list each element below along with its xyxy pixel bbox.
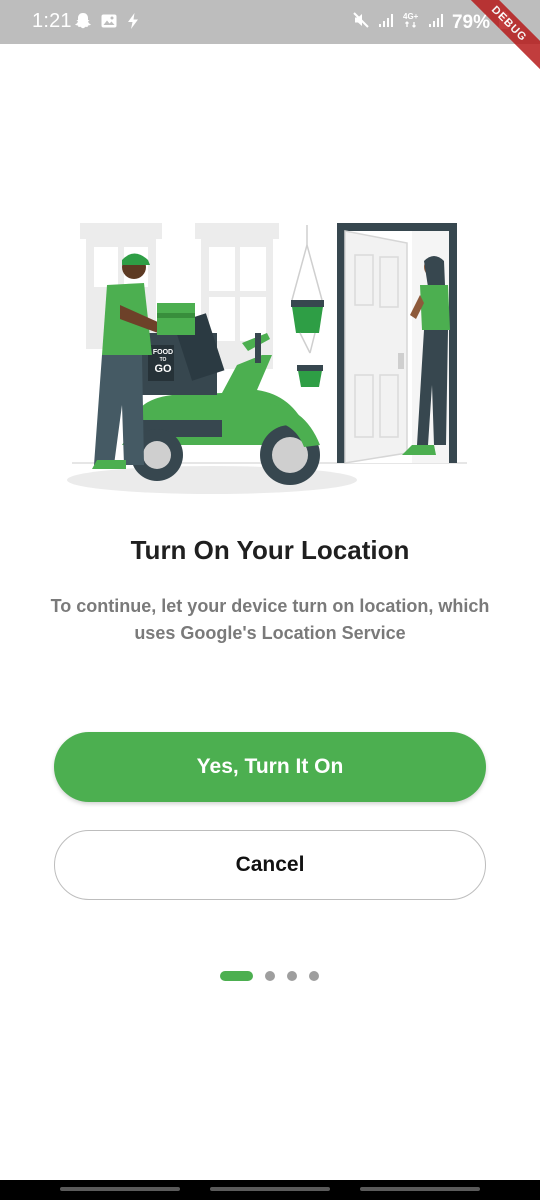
battery-percent: 79%: [451, 11, 490, 33]
page-title: Turn On Your Location: [130, 535, 410, 565]
food-box-line3: GO: [154, 363, 172, 375]
signal-icon: [378, 12, 394, 33]
page-dot: [265, 970, 275, 981]
food-box-label: FOOD TO GO: [148, 348, 178, 375]
nav-back-button[interactable]: [360, 1187, 480, 1191]
page-indicator: [220, 970, 319, 981]
nav-home-button[interactable]: [210, 1187, 330, 1191]
page-dot-active: [220, 970, 253, 981]
status-left-icons: [74, 12, 140, 35]
image-icon: [100, 12, 118, 35]
mute-icon: [352, 11, 370, 34]
turn-on-location-button[interactable]: Yes, Turn It On: [54, 732, 486, 802]
signal-icon-2: [428, 12, 444, 33]
4g-icon: 4G+: [402, 11, 420, 34]
food-box-line1: FOOD: [152, 349, 174, 356]
system-nav-bar: [0, 1180, 540, 1200]
snapchat-icon: [74, 12, 92, 35]
cancel-button[interactable]: Cancel: [54, 830, 486, 900]
status-time: 1:21: [32, 10, 72, 32]
page-dot: [287, 970, 297, 981]
delivery-illustration: FOOD TO GO: [62, 215, 478, 500]
flash-icon: [126, 12, 140, 35]
svg-text:4G+: 4G+: [403, 12, 419, 21]
page-subtitle: To continue, let your device turn on loc…: [50, 596, 490, 643]
status-bar: 1:21 4G+ 79% DEBUG: [0, 0, 540, 78]
nav-recents-button[interactable]: [60, 1187, 180, 1191]
location-permission-screen: 1:21 4G+ 79% DEBUG FOOD TO GO Turn On Yo…: [0, 0, 540, 1200]
page-dot: [309, 970, 319, 981]
